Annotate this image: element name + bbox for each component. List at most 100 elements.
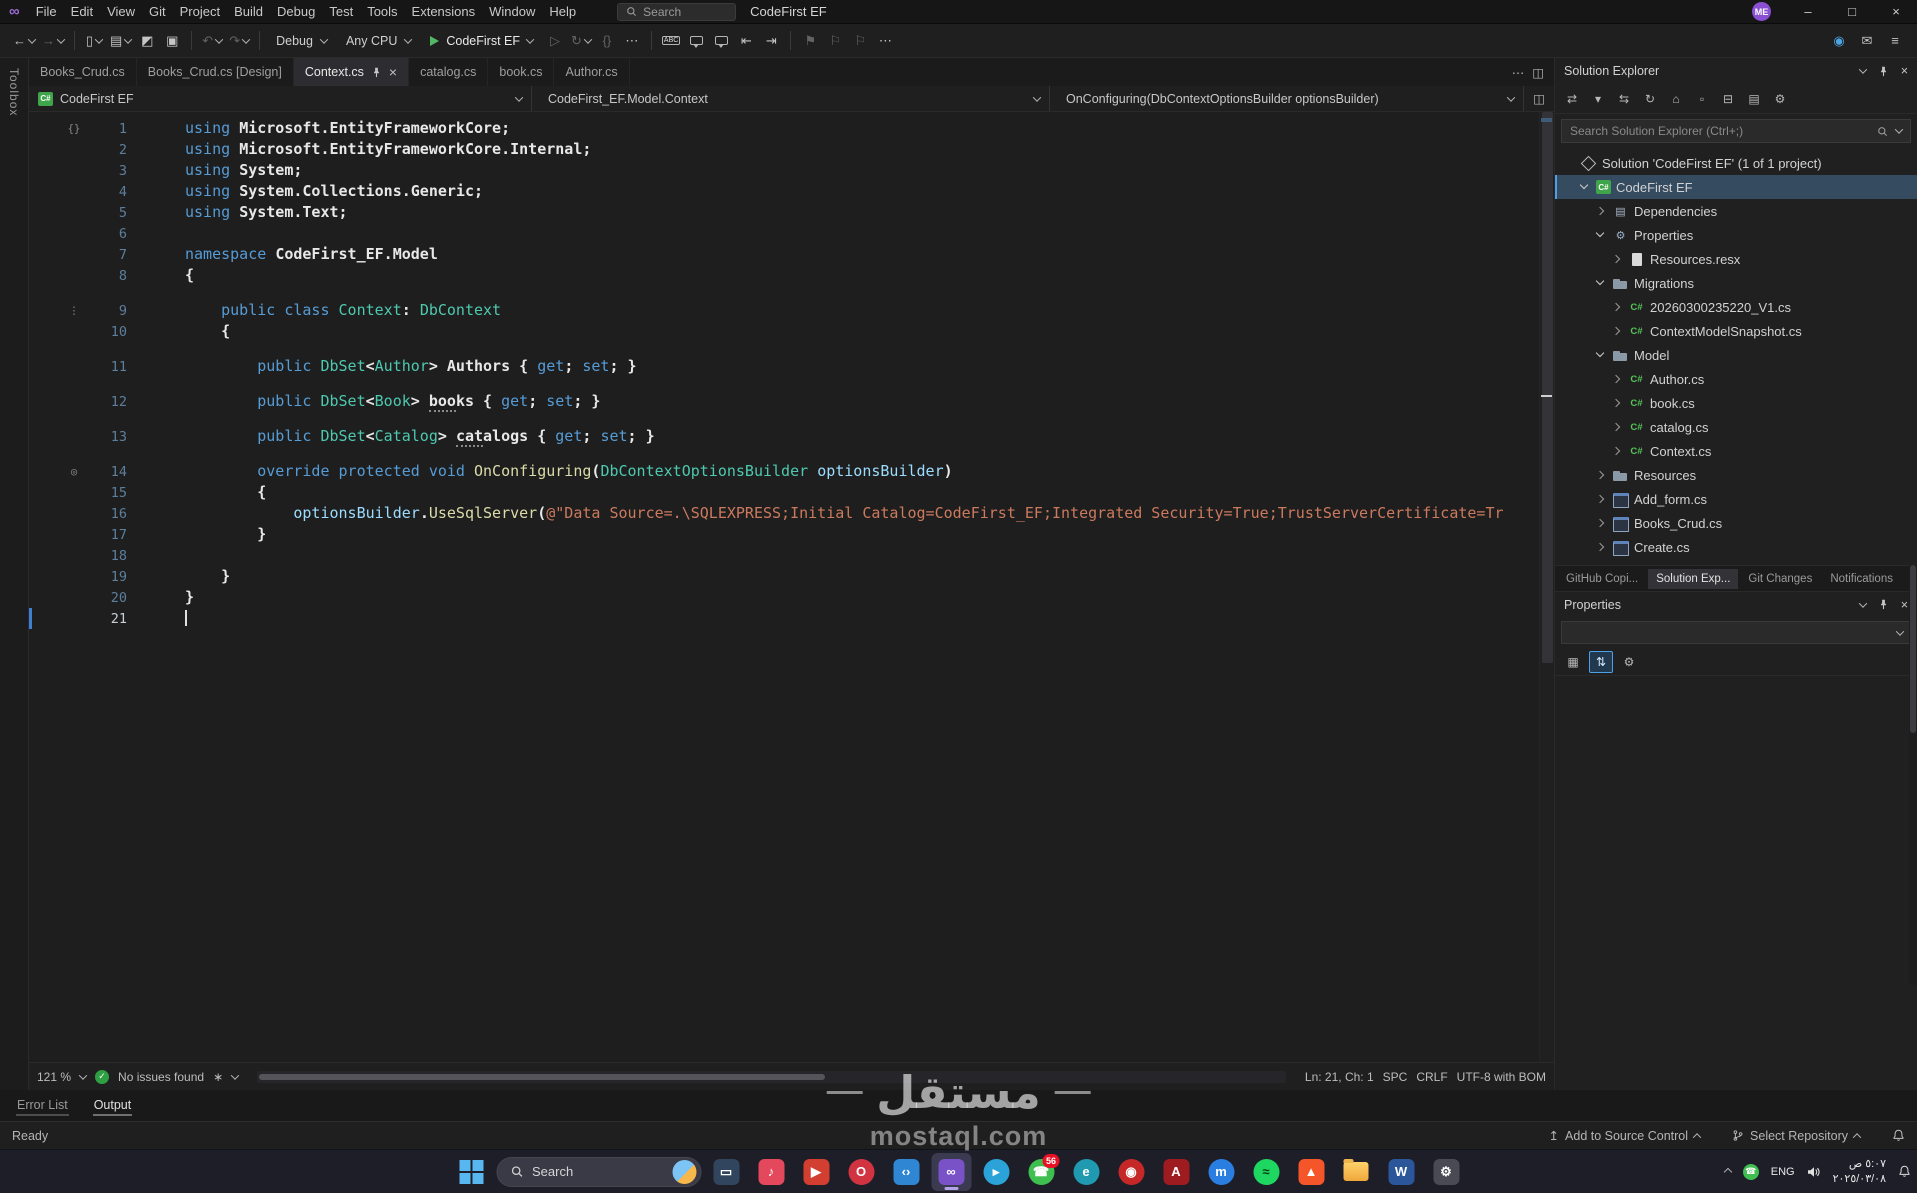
decrease-indent-button[interactable]: ⇤	[734, 28, 758, 54]
toggle-comment-button[interactable]	[684, 28, 708, 54]
code-line-21[interactable]: 21	[29, 608, 1539, 629]
code-line-19[interactable]: 19 }	[29, 566, 1539, 587]
brave-icon-slot[interactable]: ▲	[1291, 1153, 1331, 1191]
menu-item-build[interactable]: Build	[227, 4, 270, 19]
code-line-7[interactable]: 7 namespace CodeFirst_EF.Model	[29, 244, 1539, 265]
caret-position[interactable]: Ln: 21, Ch: 1	[1305, 1070, 1374, 1084]
volume-icon[interactable]	[1807, 1166, 1821, 1178]
notification-center-bell-icon[interactable]	[1898, 1165, 1911, 1178]
visual-studio-icon-slot[interactable]: ∞	[931, 1152, 971, 1191]
prop-alphabetical-icon[interactable]: ⇅	[1589, 650, 1613, 673]
save-button[interactable]: ◩	[135, 28, 159, 54]
breakpoint-margin[interactable]	[29, 356, 59, 377]
pin-icon[interactable]	[1878, 599, 1889, 610]
vscode-icon-slot[interactable]: ‹›	[886, 1153, 926, 1191]
tab-author-cs[interactable]: Author.cs	[554, 58, 630, 86]
panel-tab-solution-exp[interactable]: Solution Exp...	[1648, 568, 1739, 589]
vertical-scrollbar[interactable]	[1539, 112, 1554, 1062]
notifications-bell-icon[interactable]	[1892, 1129, 1905, 1142]
tab-book-cs[interactable]: book.cs	[488, 58, 555, 86]
menu-item-edit[interactable]: Edit	[64, 4, 100, 19]
code-line-8[interactable]: 8{	[29, 265, 1539, 286]
solution-search-input[interactable]: Search Solution Explorer (Ctrl+;)	[1561, 119, 1911, 143]
taskbar-search-box[interactable]: Search	[496, 1156, 701, 1187]
more-commands-button[interactable]: ⋯	[620, 28, 644, 54]
se-switch-views-icon[interactable]: ⇄	[1560, 88, 1584, 110]
menu-item-tools[interactable]: Tools	[360, 4, 404, 19]
word-icon-slot[interactable]: W	[1381, 1153, 1421, 1191]
code-line-1[interactable]: {} 1 using Microsoft.EntityFrameworkCore;	[29, 118, 1539, 139]
tool-tab-error-list[interactable]: Error List	[16, 1096, 69, 1116]
save-all-button[interactable]: ▣	[160, 28, 184, 54]
hot-reload-button[interactable]: ↻	[568, 28, 594, 54]
code-cleanup-button[interactable]: ∗	[213, 1070, 223, 1084]
code-line-16[interactable]: 16 optionsBuilder.UseSqlServer(@"Data So…	[29, 503, 1539, 524]
window-position-icon[interactable]	[1858, 65, 1867, 74]
menu-item-test[interactable]: Test	[322, 4, 360, 19]
close-icon[interactable]: ×	[389, 65, 397, 79]
se-refresh-icon[interactable]: ↻	[1638, 88, 1662, 110]
increase-indent-button[interactable]: ⇥	[759, 28, 783, 54]
horizontal-scrollbar[interactable]	[257, 1070, 1286, 1083]
tree-item-catalog-cs[interactable]: C# catalog.cs	[1555, 415, 1917, 439]
pin-icon[interactable]	[371, 67, 382, 78]
encoding[interactable]: UTF-8 with BOM	[1457, 1070, 1546, 1084]
code-line-4[interactable]: 4 using System.Collections.Generic;	[29, 181, 1539, 202]
type-dropdown[interactable]: CodeFirst_EF.Model.Context	[532, 86, 1050, 111]
redo-button[interactable]: ↷	[226, 28, 252, 54]
chevron-down-icon[interactable]	[1593, 228, 1607, 242]
quick-search-box[interactable]: Search	[617, 2, 737, 21]
indent-mode[interactable]: SPC	[1383, 1070, 1408, 1084]
code-line-11[interactable]: 11 public DbSet<Author> Authors { get; s…	[29, 356, 1539, 377]
new-file-button[interactable]: ▯	[82, 28, 106, 54]
breakpoint-margin[interactable]	[29, 426, 59, 447]
more-tabs-button[interactable]: ⋯	[1512, 65, 1525, 80]
breakpoint-margin[interactable]	[29, 608, 59, 629]
solution-configurations-dropdown[interactable]: Debug	[267, 29, 336, 53]
code-line-2[interactable]: 2 using Microsoft.EntityFrameworkCore.Int…	[29, 139, 1539, 160]
chevron-down-icon[interactable]	[1894, 125, 1904, 134]
se-show-all-icon[interactable]: ▤	[1742, 88, 1766, 110]
code-line-13[interactable]: 13 public DbSet<Catalog> catalogs { get;…	[29, 426, 1539, 447]
whatsapp-tray-icon[interactable]: ☎	[1742, 1163, 1759, 1180]
line-ending[interactable]: CRLF	[1416, 1070, 1447, 1084]
chevron-right-icon[interactable]	[1609, 252, 1623, 266]
tool-tab-output[interactable]: Output	[92, 1096, 133, 1116]
breakpoint-margin[interactable]	[29, 545, 59, 566]
toolbox-side-tab[interactable]: Toolbox	[0, 58, 29, 1090]
breakpoint-margin[interactable]	[29, 139, 59, 160]
menu-item-help[interactable]: Help	[542, 4, 583, 19]
file-explorer-icon-slot[interactable]	[1336, 1153, 1376, 1191]
live-share-button[interactable]: ◉	[1827, 28, 1851, 54]
window-position-icon[interactable]	[1858, 598, 1867, 608]
se-pending-changes-icon[interactable]: ▾	[1586, 88, 1610, 110]
tree-item-model[interactable]: Model	[1555, 343, 1917, 367]
tree-item-context-cs[interactable]: C# Context.cs	[1555, 439, 1917, 463]
breakpoint-margin[interactable]	[29, 160, 59, 181]
se-properties-icon[interactable]: ⚙	[1768, 88, 1792, 110]
tree-item-create-cs[interactable]: Create.cs	[1555, 535, 1917, 559]
account-avatar[interactable]: ME	[1752, 2, 1771, 21]
scrollbar-thumb[interactable]	[1910, 565, 1916, 733]
chevron-right-icon[interactable]	[1593, 516, 1607, 530]
panel-tab-notifications[interactable]: Notifications	[1822, 569, 1901, 589]
tab-books-crud-cs-design[interactable]: Books_Crud.cs [Design]	[137, 58, 294, 86]
member-dropdown[interactable]: OnConfiguring(DbContextOptionsBuilder op…	[1050, 86, 1524, 111]
uncomment-button[interactable]	[709, 28, 733, 54]
prop-categorized-icon[interactable]: ▦	[1561, 651, 1585, 673]
start-without-debugging-button[interactable]: ▷	[543, 28, 567, 54]
select-repository-button[interactable]: Select Repository	[1732, 1129, 1862, 1143]
menu-item-extensions[interactable]: Extensions	[405, 4, 483, 19]
menu-item-window[interactable]: Window	[482, 4, 542, 19]
chevron-right-icon[interactable]	[1593, 468, 1607, 482]
language-indicator[interactable]: ENG	[1771, 1166, 1795, 1178]
chevron-down-icon[interactable]	[1593, 348, 1607, 362]
code-braces-button[interactable]: {}	[595, 28, 619, 54]
chevron-right-icon[interactable]	[1609, 300, 1623, 314]
tray-overflow-chevron-icon[interactable]	[1723, 1167, 1733, 1176]
next-bookmark-button[interactable]: ⚐	[848, 28, 872, 54]
se-collapse-all-icon[interactable]: ⊟	[1716, 88, 1740, 110]
properties-object-dropdown[interactable]	[1561, 621, 1911, 644]
chevron-down-icon[interactable]	[1593, 276, 1607, 290]
menu-item-git[interactable]: Git	[142, 4, 173, 19]
